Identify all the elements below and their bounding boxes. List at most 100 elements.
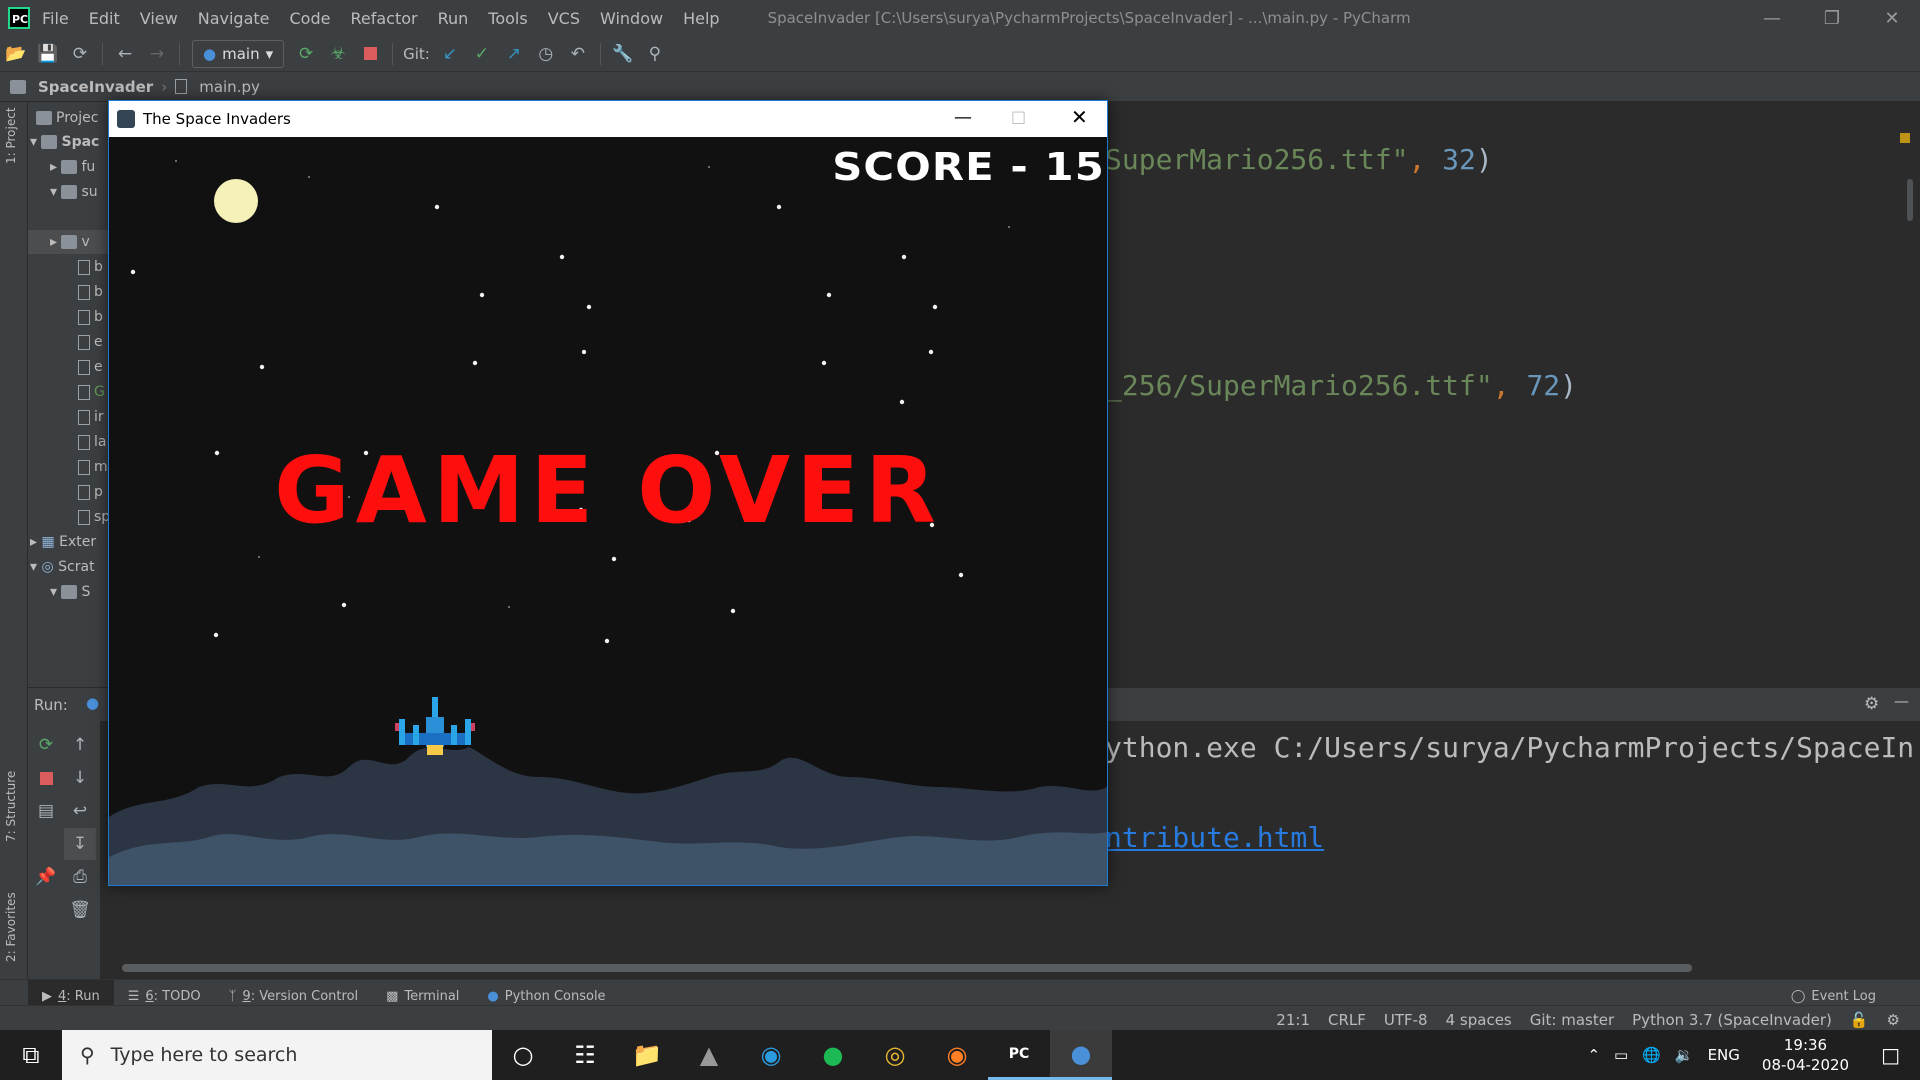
debug-icon[interactable]: ☣ (322, 38, 354, 70)
minimize-icon[interactable]: — (954, 107, 972, 128)
menu-window[interactable]: Window (600, 9, 663, 28)
tree-row[interactable]: b (78, 305, 103, 329)
menu-file[interactable]: File (42, 9, 69, 28)
open-folder-icon[interactable]: 📂 (0, 38, 32, 70)
forward-icon[interactable]: → (141, 38, 173, 70)
rerun-icon[interactable]: ⟳ (290, 38, 322, 70)
tree-row[interactable]: e (78, 355, 103, 379)
editor-scrollbar[interactable] (1907, 179, 1913, 221)
run-config-select[interactable]: ● main ▾ (192, 39, 285, 68)
restore-icon[interactable]: ❐ (1802, 0, 1862, 36)
tree-row[interactable]: ▾ S (50, 580, 90, 604)
tree-row[interactable]: ir (78, 405, 104, 429)
tree-row[interactable]: ▾ su (50, 180, 98, 204)
tree-row[interactable]: sp (78, 505, 108, 529)
git-update-icon[interactable]: ↙ (434, 38, 466, 70)
code-editor[interactable]: SuperMario256.ttf", 32) _256/SuperMario2… (1105, 133, 1920, 630)
caret-position[interactable]: 21:1 (1276, 1011, 1310, 1029)
notification-icon[interactable]: □ (1881, 1043, 1900, 1067)
python-interpreter[interactable]: Python 3.7 (SpaceInvader) (1632, 1011, 1832, 1029)
tree-row[interactable]: ▾ Spac (30, 130, 99, 154)
minimize-icon[interactable]: — (1742, 0, 1802, 36)
memory-indicator-icon[interactable]: ⚙ (1887, 1011, 1900, 1029)
indent-setting[interactable]: 4 spaces (1446, 1011, 1512, 1029)
tree-row[interactable]: e (78, 330, 103, 354)
edge-icon[interactable]: ◉ (740, 1030, 802, 1080)
pycharm-taskbar-icon[interactable]: PC (988, 1030, 1050, 1080)
breadcrumb-file[interactable]: main.py (199, 78, 260, 96)
firefox-icon[interactable]: ◉ (926, 1030, 988, 1080)
menu-tools[interactable]: Tools (488, 9, 527, 28)
save-icon[interactable]: 💾 (32, 38, 64, 70)
favorites-tool-tab[interactable]: 2: Favorites (4, 892, 18, 962)
breadcrumb-project[interactable]: SpaceInvader (38, 78, 153, 96)
scroll-to-end-icon[interactable]: ↧ (64, 828, 96, 860)
network-icon[interactable]: 🌐 (1642, 1046, 1661, 1064)
tree-row[interactable]: la (78, 430, 106, 454)
stop-icon[interactable] (30, 762, 62, 794)
back-icon[interactable]: ← (109, 38, 141, 70)
menu-help[interactable]: Help (683, 9, 719, 28)
console-link[interactable]: ntribute.html (1105, 821, 1324, 854)
tree-row[interactable]: ▸ ▦ Exter (30, 530, 96, 554)
menu-run[interactable]: Run (438, 9, 469, 28)
line-separator[interactable]: CRLF (1328, 1011, 1366, 1029)
game-canvas[interactable]: SCORE - 15 GAME OVER (109, 137, 1107, 885)
python-run-tab-icon[interactable]: ● (86, 694, 99, 712)
structure-tool-tab[interactable]: 7: Structure (4, 771, 18, 842)
tree-row[interactable]: ▸ fu (50, 155, 95, 179)
menu-refactor[interactable]: Refactor (350, 9, 417, 28)
python-taskbar-icon[interactable]: ● (1050, 1030, 1112, 1080)
tree-row[interactable]: b (78, 255, 103, 279)
soft-wrap-icon[interactable]: ↩ (64, 795, 96, 827)
lock-icon[interactable]: 🔓 (1850, 1011, 1869, 1029)
gear-icon[interactable]: ⚙ (1864, 694, 1879, 714)
chrome-icon[interactable]: ◎ (864, 1030, 926, 1080)
menu-vcs[interactable]: VCS (548, 9, 580, 28)
warning-marker[interactable] (1900, 133, 1910, 143)
app-icon[interactable]: ▲ (678, 1030, 740, 1080)
history-icon[interactable]: ◷ (530, 38, 562, 70)
tree-row[interactable]: m (78, 455, 108, 479)
file-explorer-icon[interactable]: 📁 (616, 1030, 678, 1080)
stop-icon[interactable] (354, 38, 386, 70)
trash-icon[interactable]: 🗑 (64, 894, 96, 926)
chevron-up-icon[interactable]: ⌃ (1587, 1046, 1600, 1064)
tree-row[interactable]: b (78, 280, 103, 304)
run-console[interactable]: ython.exe C:/Users/surya/PycharmProjects… (1105, 721, 1920, 971)
rerun-icon[interactable]: ⟳ (30, 729, 62, 761)
tree-row[interactable]: ▾ ◎ Scrat (30, 555, 95, 579)
menu-view[interactable]: View (140, 9, 178, 28)
pin-icon[interactable]: 📌 (30, 861, 62, 893)
game-window-titlebar[interactable]: The Space Invaders — □ ✕ (109, 101, 1107, 137)
file-encoding[interactable]: UTF-8 (1384, 1011, 1428, 1029)
down-arrow-icon[interactable]: ↓ (64, 762, 96, 794)
windows-start-icon[interactable]: ⧉ (0, 1030, 62, 1080)
tree-row[interactable]: G (78, 380, 105, 404)
clock[interactable]: 19:36 08-04-2020 (1762, 1035, 1849, 1075)
search-icon[interactable]: ⚲ (639, 38, 671, 70)
maximize-icon[interactable]: □ (1011, 107, 1026, 126)
layout-icon[interactable]: ▤ (30, 795, 62, 827)
settings-wrench-icon[interactable]: 🔧 (607, 38, 639, 70)
volume-icon[interactable]: 🔉 (1675, 1046, 1694, 1064)
rollback-icon[interactable]: ↶ (562, 38, 594, 70)
close-icon[interactable]: ✕ (1862, 0, 1920, 36)
git-branch[interactable]: Git: master (1530, 1011, 1614, 1029)
project-tool-tab[interactable]: 1: Project (4, 107, 18, 164)
taskbar-search[interactable]: ⚲ Type here to search (62, 1030, 492, 1080)
project-panel-title[interactable]: Projec (56, 110, 98, 126)
git-commit-icon[interactable]: ✓ (466, 38, 498, 70)
hide-panel-icon[interactable]: — (1894, 692, 1909, 710)
task-view-icon[interactable]: ☷ (554, 1030, 616, 1080)
tree-row-selected[interactable]: ▸ v (28, 230, 108, 254)
up-arrow-icon[interactable]: ↑ (64, 729, 96, 761)
spotify-icon[interactable]: ● (802, 1030, 864, 1080)
language-indicator[interactable]: ENG (1708, 1046, 1740, 1064)
cortana-icon[interactable]: ○ (492, 1030, 554, 1080)
close-icon[interactable]: ✕ (1071, 105, 1088, 129)
menu-edit[interactable]: Edit (89, 9, 120, 28)
menu-navigate[interactable]: Navigate (198, 9, 270, 28)
print-icon[interactable]: ⎙ (64, 861, 96, 893)
horizontal-scrollbar[interactable] (122, 964, 1692, 972)
